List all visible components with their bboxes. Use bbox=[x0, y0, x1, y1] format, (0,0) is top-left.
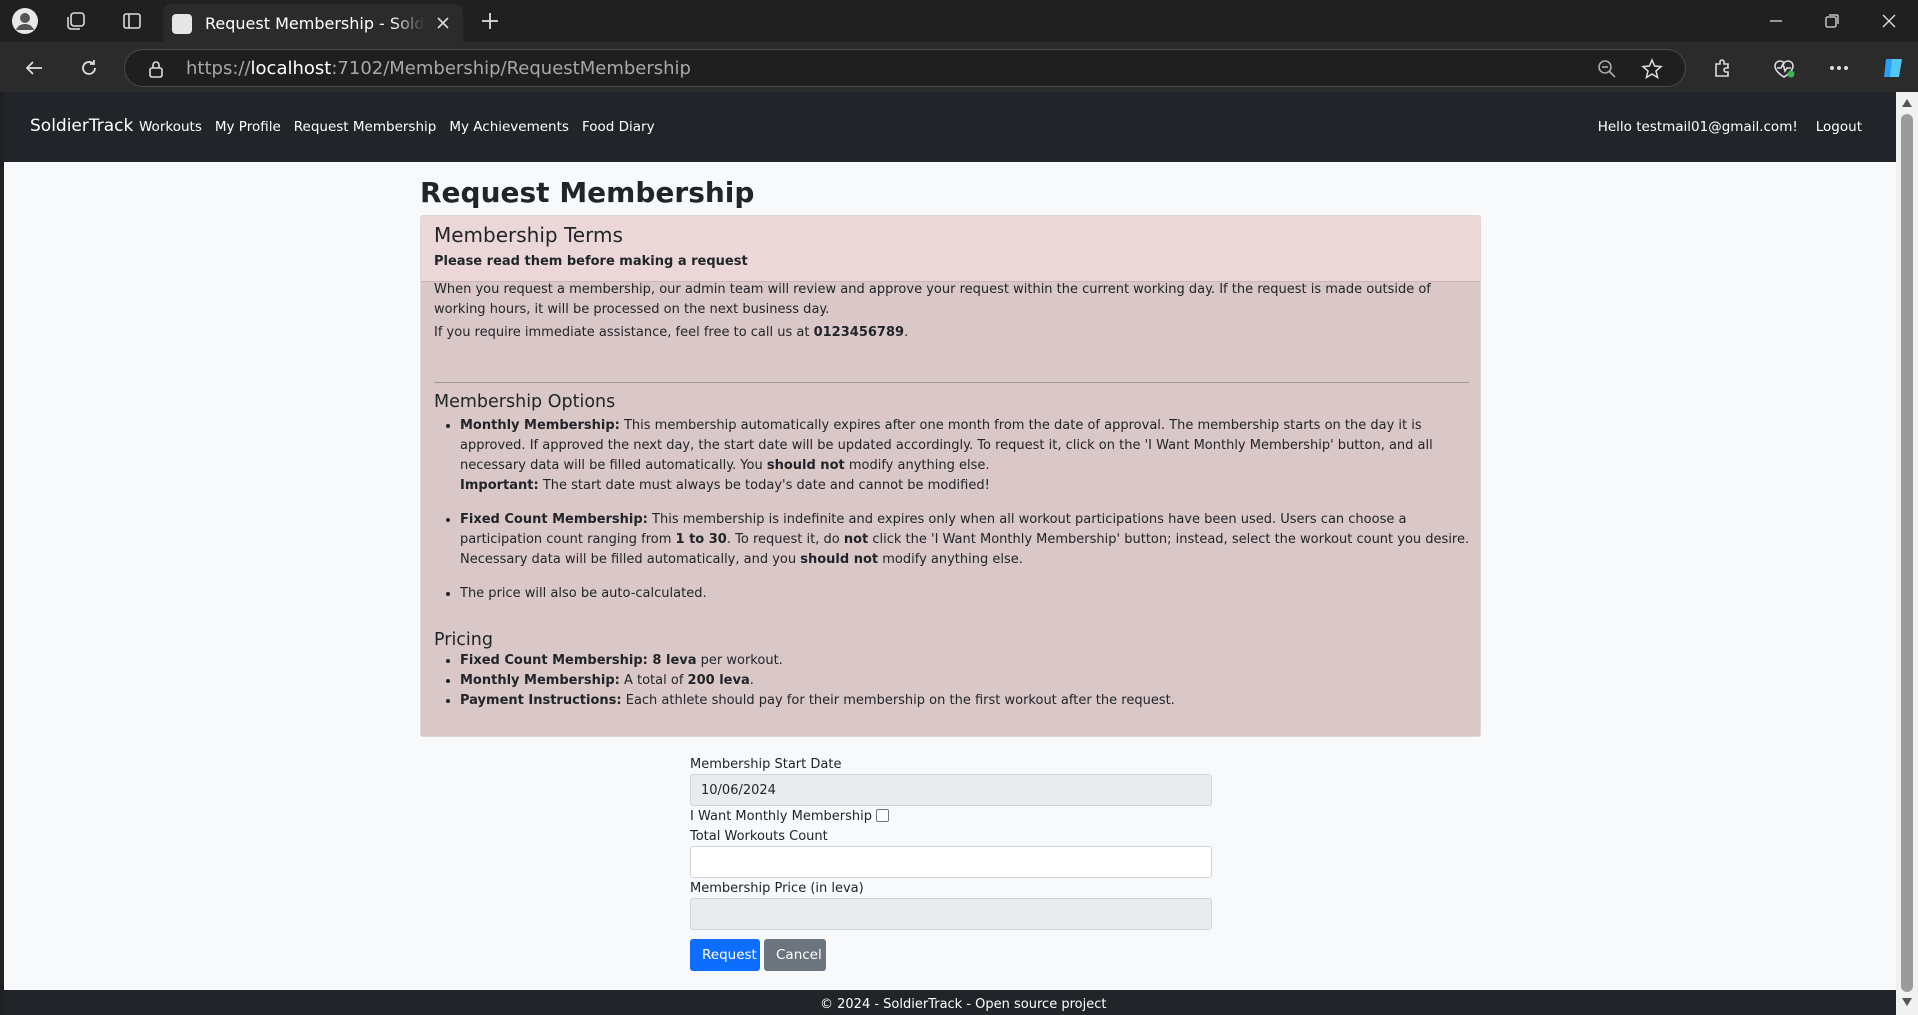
logout-link[interactable]: Logout bbox=[1816, 119, 1862, 135]
list-item: Payment Instructions: Each athlete shoul… bbox=[460, 691, 1474, 711]
brand-link[interactable]: SoldierTrack bbox=[30, 116, 133, 136]
assist-text: If you require immediate assistance, fee… bbox=[434, 325, 814, 340]
divider bbox=[434, 382, 1469, 383]
nav-link-my-achievements[interactable]: My Achievements bbox=[449, 119, 569, 135]
page-title: Request Membership bbox=[420, 176, 755, 209]
terms-assistance: If you require immediate assistance, fee… bbox=[434, 323, 908, 343]
extensions-icon[interactable] bbox=[1708, 53, 1738, 83]
more-options-icon[interactable] bbox=[1824, 53, 1854, 83]
nav-user-area: Hello testmail01@gmail.com! Logout bbox=[1580, 119, 1862, 135]
collections-icon[interactable] bbox=[62, 7, 90, 35]
refresh-icon[interactable] bbox=[74, 53, 104, 83]
minimize-icon[interactable] bbox=[1753, 8, 1799, 34]
workouts-count-label: Total Workouts Count bbox=[690, 829, 828, 844]
nav-link-request-membership[interactable]: Request Membership bbox=[294, 119, 437, 135]
browser-tab-strip: Request Membership - SoldierTrack bbox=[0, 0, 1918, 42]
url-host: localhost bbox=[250, 58, 332, 79]
scroll-up-icon[interactable] bbox=[1901, 97, 1913, 109]
zoom-icon[interactable] bbox=[1596, 58, 1618, 80]
url-scheme: https:// bbox=[186, 58, 251, 79]
back-icon[interactable] bbox=[19, 53, 49, 83]
important-label: Important: bbox=[460, 478, 539, 493]
close-tab-icon[interactable] bbox=[433, 13, 453, 33]
start-date-label: Membership Start Date bbox=[690, 757, 842, 772]
site-navbar: SoldierTrack Workouts My Profile Request… bbox=[4, 92, 1896, 162]
footer-text: © 2024 - SoldierTrack - Open source proj… bbox=[820, 997, 1107, 1012]
tab-actions-icon[interactable] bbox=[118, 7, 146, 35]
membership-options-title: Membership Options bbox=[434, 392, 616, 412]
membership-options-list: Monthly Membership: This membership auto… bbox=[434, 416, 1474, 604]
pricing-monthly-value: 200 leva bbox=[687, 673, 750, 688]
phone-number: 0123456789 bbox=[813, 325, 905, 340]
page-footer: © 2024 - SoldierTrack - Open source proj… bbox=[4, 990, 1896, 1015]
lock-icon[interactable] bbox=[145, 58, 167, 80]
active-tab[interactable]: Request Membership - SoldierTrack bbox=[163, 4, 463, 42]
list-item: Fixed Count Membership: This membership … bbox=[460, 510, 1474, 570]
fixed-text-end: modify anything else. bbox=[878, 552, 1023, 567]
list-item: Monthly Membership: A total of 200 leva. bbox=[460, 671, 1474, 691]
nav-link-food-diary[interactable]: Food Diary bbox=[582, 119, 655, 135]
workouts-count-input[interactable] bbox=[690, 846, 1212, 878]
url-text[interactable]: https://localhost:7102/Membership/Reques… bbox=[186, 58, 691, 79]
fixed-text-2: . To request it, do bbox=[726, 532, 844, 547]
pricing-monthly-label: Monthly Membership: bbox=[460, 673, 620, 688]
pricing-title: Pricing bbox=[434, 630, 493, 650]
terms-card-header: Membership Terms Please read them before… bbox=[421, 216, 1480, 282]
browser-essentials-icon[interactable] bbox=[1769, 53, 1799, 83]
list-item: Fixed Count Membership: 8 leva per worko… bbox=[460, 651, 1474, 671]
monthly-membership-checkbox[interactable] bbox=[875, 809, 889, 822]
page-viewport: SoldierTrack Workouts My Profile Request… bbox=[4, 92, 1896, 1015]
assist-end: . bbox=[904, 325, 909, 340]
pricing-monthly-text: A total of bbox=[619, 673, 688, 688]
payment-label: Payment Instructions: bbox=[460, 693, 622, 708]
pricing-fixed-value: 8 leva bbox=[647, 653, 697, 668]
list-item: Monthly Membership: This membership auto… bbox=[460, 416, 1474, 496]
monthly-membership-checkbox-row: I Want Monthly Membership bbox=[690, 809, 889, 824]
pricing-list: Fixed Count Membership: 8 leva per worko… bbox=[434, 651, 1474, 711]
nav-link-workouts[interactable]: Workouts bbox=[139, 119, 202, 135]
membership-terms-card: Membership Terms Please read them before… bbox=[420, 215, 1481, 737]
fixed-emphasis: should not bbox=[800, 552, 879, 567]
address-bar[interactable]: https://localhost:7102/Membership/Reques… bbox=[124, 49, 1686, 87]
scroll-thumb[interactable] bbox=[1901, 114, 1913, 992]
request-button[interactable]: Request bbox=[690, 939, 760, 971]
favorite-star-icon[interactable] bbox=[1641, 58, 1663, 80]
monthly-checkbox-label: I Want Monthly Membership bbox=[690, 809, 872, 824]
profile-icon[interactable] bbox=[11, 7, 39, 35]
start-date-input[interactable] bbox=[690, 774, 1212, 806]
fixed-not: not bbox=[843, 532, 869, 547]
pricing-fixed-text: per workout. bbox=[696, 653, 783, 668]
terms-intro: When you request a membership, our admin… bbox=[434, 282, 1431, 317]
pricing-monthly-end: . bbox=[749, 673, 754, 688]
nav-link-my-profile[interactable]: My Profile bbox=[215, 119, 281, 135]
url-path: :7102/Membership/RequestMembership bbox=[331, 58, 691, 79]
close-window-icon[interactable] bbox=[1866, 8, 1912, 34]
user-greeting-link[interactable]: Hello testmail01@gmail.com! bbox=[1598, 119, 1798, 135]
cancel-button[interactable]: Cancel bbox=[764, 939, 826, 971]
terms-subtitle: Please read them before making a request bbox=[434, 254, 748, 269]
nav-links: Workouts My Profile Request Membership M… bbox=[139, 119, 668, 135]
new-tab-icon[interactable] bbox=[476, 7, 504, 35]
payment-text: Each athlete should pay for their member… bbox=[621, 693, 1175, 708]
list-item: The price will also be auto-calculated. bbox=[460, 584, 1474, 604]
terms-title: Membership Terms bbox=[434, 223, 623, 247]
fixed-range: 1 to 30 bbox=[675, 532, 727, 547]
fixed-label: Fixed Count Membership: bbox=[460, 512, 648, 527]
monthly-emphasis: should not bbox=[766, 458, 845, 473]
pricing-fixed-label: Fixed Count Membership: bbox=[460, 653, 648, 668]
monthly-label: Monthly Membership: bbox=[460, 418, 620, 433]
scroll-down-icon[interactable] bbox=[1901, 996, 1913, 1008]
important-text: The start date must always be today's da… bbox=[538, 478, 990, 493]
tab-title: Request Membership - SoldierTrack bbox=[205, 14, 425, 33]
browser-toolbar: https://localhost:7102/Membership/Reques… bbox=[0, 42, 1918, 92]
price-label: Membership Price (in leva) bbox=[690, 881, 864, 896]
monthly-text-end: modify anything else. bbox=[844, 458, 990, 473]
price-input[interactable] bbox=[690, 898, 1212, 930]
page-scrollbar[interactable] bbox=[1896, 92, 1918, 1015]
restore-icon[interactable] bbox=[1809, 8, 1855, 34]
site-favicon-icon bbox=[172, 14, 192, 34]
copilot-icon[interactable] bbox=[1878, 53, 1908, 83]
